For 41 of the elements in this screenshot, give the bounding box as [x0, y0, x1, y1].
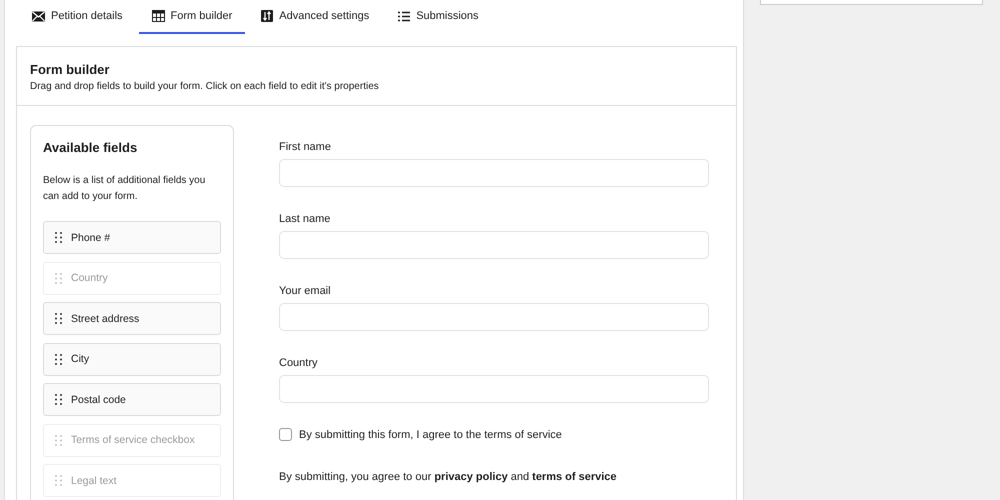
field-item-label: Postal code	[71, 394, 126, 406]
field-item[interactable]: Street address	[43, 302, 221, 335]
card-description: Below is a list of additional fields you can add to your form.	[43, 174, 206, 204]
sliders-icon	[261, 10, 274, 22]
drag-handle-icon	[55, 434, 62, 446]
tab[interactable]: Advanced settings	[248, 0, 382, 34]
drag-handle-icon	[55, 475, 62, 486]
field-item-label: Legal text	[71, 474, 117, 486]
field-item-label: Street address	[71, 312, 140, 324]
input-field[interactable]	[279, 231, 709, 259]
field-item-label: Phone #	[71, 232, 110, 244]
drag-handle-icon	[55, 354, 62, 364]
list-icon	[398, 10, 410, 22]
tab[interactable]: Form builder	[138, 0, 246, 34]
input-field[interactable]	[279, 159, 709, 187]
field-item[interactable]: Postal code	[43, 383, 221, 416]
field-label: Your email	[279, 285, 332, 297]
legal-text: By submitting, you agree to our privacy policy and terms of service	[279, 471, 618, 483]
drag-handle-icon	[55, 272, 62, 284]
drag-handle-icon	[55, 394, 62, 405]
card-title: Available fields	[43, 140, 138, 155]
field-label: Country	[279, 357, 319, 369]
field-item-label: City	[71, 353, 90, 365]
tab[interactable]: Submissions	[385, 0, 492, 34]
field-item-label: Terms of service checkbox	[71, 434, 195, 446]
checkbox[interactable]	[279, 428, 292, 441]
field-item-label: Country	[71, 272, 108, 284]
input-field[interactable]	[279, 375, 709, 403]
field-label: First name	[279, 141, 332, 153]
input-field[interactable]	[279, 303, 709, 331]
field-item[interactable]: Phone #	[43, 221, 221, 254]
checkbox-label: By submitting this form, I agree to the terms of service	[299, 428, 562, 440]
tab[interactable]: Petition details	[19, 0, 136, 34]
field-item[interactable]: City	[43, 342, 221, 376]
table-icon	[152, 10, 165, 22]
drag-handle-icon	[55, 313, 62, 324]
drag-handle-icon	[55, 232, 62, 243]
panel-description: Drag and drop fields to build your form. Click on each field to edit it's properties	[30, 81, 380, 92]
panel-title: Form builder	[30, 62, 110, 77]
envelope-icon	[32, 10, 45, 22]
field-label: Last name	[279, 213, 332, 225]
